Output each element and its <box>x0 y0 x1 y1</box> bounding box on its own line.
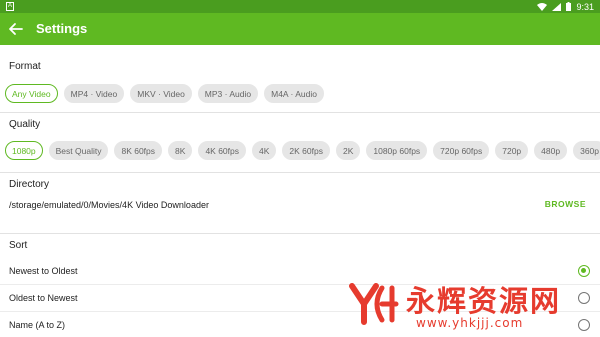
quality-chip-480p[interactable]: 480p <box>534 141 568 160</box>
quality-label: Quality <box>9 119 41 130</box>
divider <box>0 112 600 113</box>
watermark-text: 永辉资源网 <box>406 284 562 318</box>
quality-chip-4k[interactable]: 4K <box>252 141 277 160</box>
quality-chip-best[interactable]: Best Quality <box>48 141 109 160</box>
status-icons: 9:31 <box>537 0 594 13</box>
status-bar: A 9:31 <box>0 0 600 13</box>
divider <box>0 172 600 173</box>
radio-unchecked-icon[interactable] <box>578 292 590 304</box>
status-time: 9:31 <box>576 1 594 12</box>
quality-chip-1080p-60fps[interactable]: 1080p 60fps <box>366 141 428 160</box>
format-chips: Any Video MP4 · Video MKV · Video MP3 · … <box>5 84 324 103</box>
quality-chip-2k[interactable]: 2K <box>335 141 361 160</box>
sort-option-label: Newest to Oldest <box>9 266 78 276</box>
quality-chip-8k-60fps[interactable]: 8K 60fps <box>114 141 163 160</box>
quality-chip-2k-60fps[interactable]: 2K 60fps <box>282 141 330 160</box>
battery-icon <box>566 2 572 11</box>
app-bar: Settings <box>0 13 600 45</box>
format-chip-mp3[interactable]: MP3 · Audio <box>197 84 259 103</box>
divider <box>0 233 600 234</box>
format-chip-any-video[interactable]: Any Video <box>5 84 58 103</box>
watermark-logo-icon <box>349 283 399 325</box>
sort-option-label: Name (A to Z) <box>9 320 66 330</box>
directory-path: /storage/emulated/0/Movies/4K Video Down… <box>9 200 209 210</box>
radio-checked-icon[interactable] <box>578 265 590 277</box>
quality-chips: 1080p Best Quality 8K 60fps 8K 4K 60fps … <box>5 141 600 160</box>
quality-chip-8k[interactable]: 8K <box>168 141 193 160</box>
watermark-url: www.yhkjjj.com <box>416 316 524 330</box>
watermark: 永辉资源网 www.yhkjjj.com <box>348 276 578 334</box>
signal-icon <box>552 2 562 11</box>
quality-chip-1080p[interactable]: 1080p <box>5 141 43 160</box>
quality-chip-720p-60fps[interactable]: 720p 60fps <box>433 141 490 160</box>
wifi-icon <box>537 2 548 11</box>
back-arrow-icon[interactable] <box>6 19 26 39</box>
notification-icon: A <box>6 2 14 11</box>
sort-label: Sort <box>9 240 28 251</box>
sort-option-label: Oldest to Newest <box>9 293 78 303</box>
directory-label: Directory <box>9 179 50 190</box>
format-label: Format <box>9 61 41 72</box>
format-chip-mp4[interactable]: MP4 · Video <box>63 84 125 103</box>
format-chip-m4a[interactable]: M4A · Audio <box>264 84 324 103</box>
quality-chip-360p[interactable]: 360p <box>573 141 600 160</box>
quality-chip-4k-60fps[interactable]: 4K 60fps <box>198 141 246 160</box>
radio-unchecked-icon[interactable] <box>578 319 590 331</box>
quality-chip-720p[interactable]: 720p <box>495 141 529 160</box>
format-chip-mkv[interactable]: MKV · Video <box>130 84 192 103</box>
browse-button[interactable]: BROWSE <box>545 199 586 209</box>
page-title: Settings <box>36 21 88 36</box>
